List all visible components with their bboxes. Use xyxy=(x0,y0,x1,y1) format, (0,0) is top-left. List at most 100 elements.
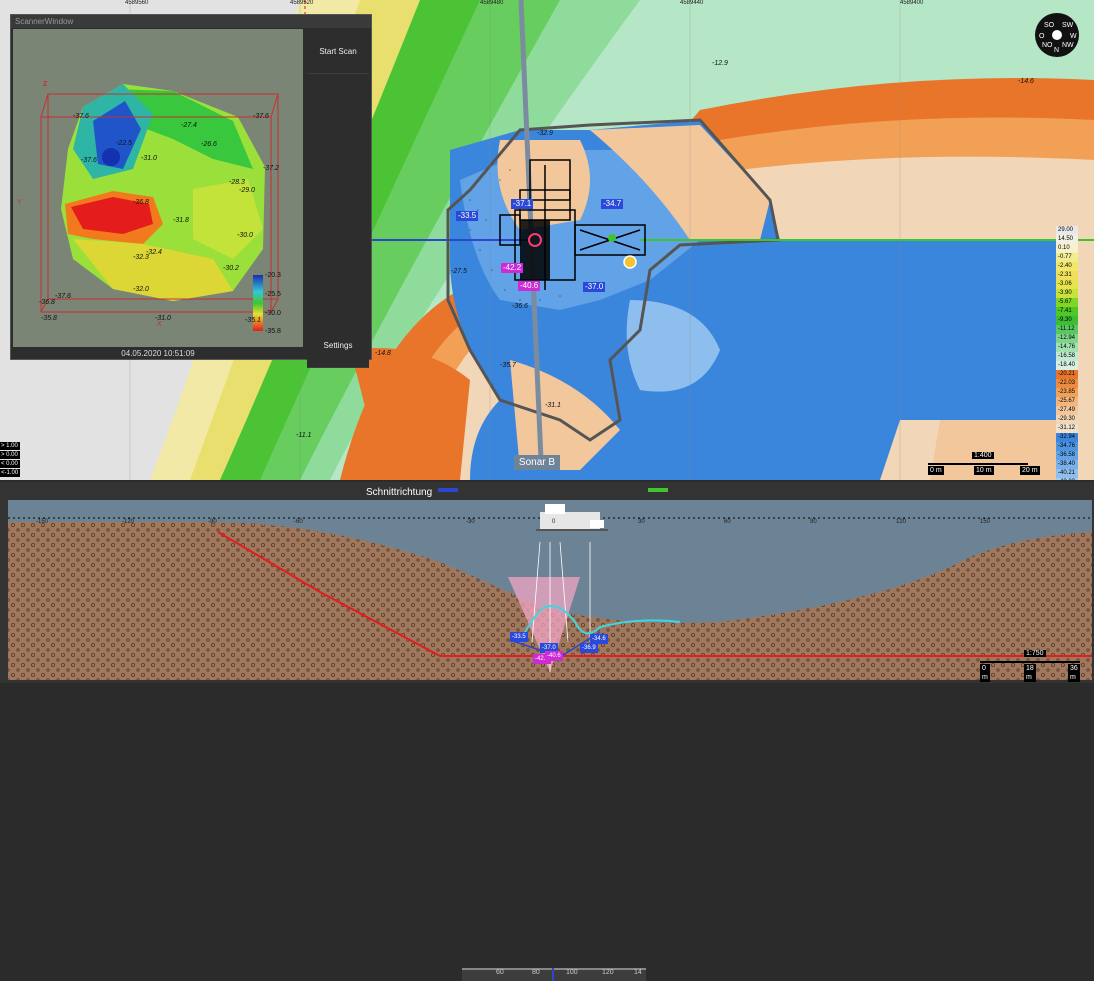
sonar-label: Sonar B xyxy=(514,455,560,470)
legend-item: -29.30 xyxy=(1056,415,1078,424)
axis-z-label: Z xyxy=(43,81,48,88)
scan-depth-label: -30.2 xyxy=(223,265,239,272)
coord-label: 4589560 xyxy=(125,0,149,6)
scale-tick: 10 m xyxy=(974,466,994,475)
compass-w: W xyxy=(1070,33,1077,40)
scan-depth-label: -37.6 xyxy=(253,113,269,120)
scan-depth-label: -37.2 xyxy=(263,165,279,172)
scale-tick: 0 m xyxy=(928,466,944,475)
scan-depth-label: -37.6 xyxy=(73,113,89,120)
start-scan-button[interactable]: Start Scan xyxy=(307,29,369,74)
legend-item: -23.85 xyxy=(1056,388,1078,397)
section-xtick: -90 xyxy=(208,519,217,525)
sonar-depth-label: -33.5 xyxy=(456,211,479,221)
tide-legend-item: > 0.00 xyxy=(0,451,20,459)
ruler-tick: 120 xyxy=(602,969,614,976)
legend-item: -34.76 xyxy=(1056,442,1078,451)
section-depth-label: -36.9 xyxy=(580,643,598,653)
depth-label: -11.1 xyxy=(296,432,312,439)
sonar-depth-label: -37.0 xyxy=(583,282,606,292)
axis-x-label: X xyxy=(157,321,162,328)
coord-label: 4589480 xyxy=(480,0,504,6)
sonar-depth-label: -37.1 xyxy=(511,199,534,209)
compass-nw: NW xyxy=(1062,42,1074,49)
legend-item: -16.58 xyxy=(1056,352,1078,361)
legend-item: 29.00 xyxy=(1056,226,1078,235)
tide-legend-item: < 0.00 xyxy=(0,460,20,468)
section-depth-label: -33.5 xyxy=(510,632,528,642)
scan-timestamp: 04.05.2020 10:51:09 xyxy=(121,349,195,358)
legend-item: -42.03 xyxy=(1056,478,1078,480)
legend-item: -22.03 xyxy=(1056,379,1078,388)
section-xtick: 30 xyxy=(638,519,645,525)
scan-depth-label: -26.6 xyxy=(201,141,217,148)
legend-item: -2.31 xyxy=(1056,271,1078,280)
coord-label: 4589400 xyxy=(900,0,924,6)
scan-depth-label: -32.0 xyxy=(133,286,149,293)
scan-depth-label: -37.6 xyxy=(55,293,71,300)
compass-n: N xyxy=(1054,47,1059,54)
scan-depth-label: -31.0 xyxy=(155,315,171,322)
scan-depth-label: -22.5 xyxy=(116,140,132,147)
legend-item: -25.67 xyxy=(1056,397,1078,406)
legend-item: -3.90 xyxy=(1056,289,1078,298)
sonar-depth-label: -40.6 xyxy=(518,281,541,291)
section-xtick: 0 xyxy=(552,519,556,525)
ruler-tick: 100 xyxy=(566,969,578,976)
section-xtick: -30 xyxy=(466,519,475,525)
section-direction-title: Schnittrichtung xyxy=(366,487,433,498)
compass-no: NO xyxy=(1042,42,1053,49)
scan-depth-label: -37.6 xyxy=(81,157,97,164)
direction-right-arrow-icon[interactable] xyxy=(648,488,668,492)
legend-item: -3.06 xyxy=(1056,280,1078,289)
depth-legend: 29.00 14.50 0.10 -0.77 -2.40 -2.31 -3.06 -3.90 -… xyxy=(1056,226,1078,480)
scanner-window-title: ScannerWindow xyxy=(11,15,371,28)
legend-item: -2.40 xyxy=(1056,262,1078,271)
settings-button[interactable]: Settings xyxy=(307,323,369,368)
colorbar-label: -20.3 xyxy=(265,272,281,279)
scan-depth-label: -29.0 xyxy=(239,187,255,194)
depth-label: -32.9 xyxy=(537,130,553,137)
section-scale-tick: 36 m xyxy=(1068,664,1080,682)
legend-item: -7.41 xyxy=(1056,307,1078,316)
scanner-window[interactable]: ScannerWindow Z Y X -37.6 -37.6 -27.4 -2… xyxy=(10,14,372,368)
legend-item: -0.77 xyxy=(1056,253,1078,262)
ruler-tick: 60 xyxy=(496,969,504,976)
legend-item: 14.50 xyxy=(1056,235,1078,244)
tide-legend: > 1.00 > 0.00 < 0.00 <-1.00 xyxy=(0,442,20,478)
direction-ruler[interactable]: 60 80 100 120 14 xyxy=(462,968,646,981)
section-scale-ratio: 1:750 xyxy=(1024,650,1046,657)
compass-icon[interactable]: SO SW O W NO N NW xyxy=(1034,12,1080,58)
cross-section-view[interactable]: 60 80 100 120 14 -33.5 -37.0 -34.6 -36.9… xyxy=(0,482,1094,981)
depth-label: -27.5 xyxy=(451,268,467,275)
axis-y-label: Y xyxy=(17,199,22,206)
depth-label: -12.9 xyxy=(712,60,728,67)
scan-plot: Z Y X -37.6 -37.6 -27.4 -22.5 -26.6 -37.… xyxy=(13,29,303,347)
direction-left-arrow-icon[interactable] xyxy=(438,488,458,492)
scan-depth-label: -35.8 xyxy=(41,315,57,322)
depth-label: -35.7 xyxy=(500,362,516,369)
ruler-tick: 80 xyxy=(532,969,540,976)
legend-item: -38.40 xyxy=(1056,460,1078,469)
section-xtick: 150 xyxy=(980,519,991,525)
legend-item: -9.30 xyxy=(1056,316,1078,325)
scan-depth-label: -31.8 xyxy=(173,217,189,224)
section-xtick: 90 xyxy=(810,519,817,525)
compass-o: O xyxy=(1039,33,1045,40)
scale-bar: 1:400 0 m 10 m 20 m xyxy=(928,452,1040,476)
section-xtick: -60 xyxy=(294,519,303,525)
section-xtick: -120 xyxy=(122,519,135,525)
section-depth-label: -40.6 xyxy=(545,651,563,661)
legend-item: -20.21 xyxy=(1056,370,1078,379)
legend-item: -40.21 xyxy=(1056,469,1078,478)
colorbar-label: -25.5 xyxy=(265,291,281,298)
legend-item: 0.10 xyxy=(1056,244,1078,253)
legend-item: -11.12 xyxy=(1056,325,1078,334)
legend-item: -31.12 xyxy=(1056,424,1078,433)
scale-ratio: 1:400 xyxy=(972,452,994,459)
legend-item: -18.40 xyxy=(1056,361,1078,370)
ruler-tick: 14 xyxy=(634,969,642,976)
scan-depth-label: -30.0 xyxy=(237,232,253,239)
legend-item: -12.94 xyxy=(1056,334,1078,343)
depth-label: -14.6 xyxy=(1018,78,1034,85)
